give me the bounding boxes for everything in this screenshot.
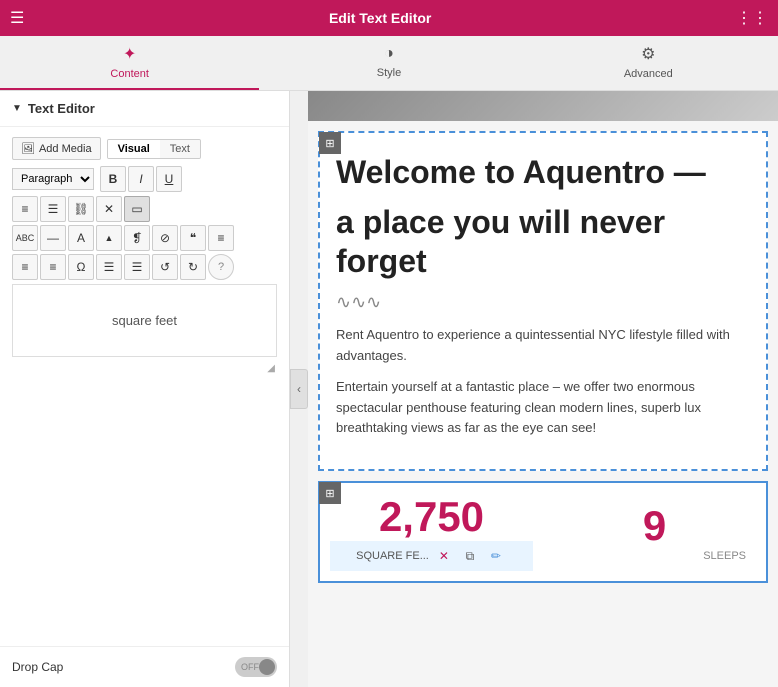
toolbar-row2: Paragraph Heading 1 Heading 2 Heading 3 … xyxy=(12,166,277,192)
underline-button[interactable]: U xyxy=(156,166,182,192)
tab-content[interactable]: ✦ Content xyxy=(0,36,259,90)
undo-button[interactable]: ↺ xyxy=(152,254,178,280)
section-arrow-icon: ▼ xyxy=(12,103,22,114)
stat-sleeps-number: 9 xyxy=(553,502,756,550)
toolbar-rows: ≡ ☰ ⛓ ✕ ▭ ABC — A ▲ ❡ ⊘ ❝ ≡ ≡ xyxy=(12,196,277,280)
section-header[interactable]: ▼ Text Editor xyxy=(0,91,289,127)
toolbar-row5: ≡ ≡ Ω ☰ ☰ ↺ ↻ ? xyxy=(12,254,277,280)
stats-handle[interactable]: ⊞ xyxy=(319,482,341,504)
text-color-button[interactable]: A xyxy=(68,225,94,251)
add-media-label: Add Media xyxy=(39,143,92,155)
clear-format-button[interactable]: ⊘ xyxy=(152,225,178,251)
align-ol-button[interactable]: ☰ xyxy=(40,196,66,222)
stat-sqft-label: SQUARE FE... xyxy=(356,550,429,562)
style-icon: ◑ xyxy=(384,45,394,63)
drop-cap-row: Drop Cap OFF xyxy=(0,646,289,687)
bold-button[interactable]: B xyxy=(100,166,126,192)
editor-content-area[interactable]: square feet xyxy=(12,284,277,357)
view-tab-text[interactable]: Text xyxy=(160,140,200,158)
color-arrow-button[interactable]: ▲ xyxy=(96,225,122,251)
outdent-button[interactable]: ☰ xyxy=(124,254,150,280)
stat-sleeps-item: 9 SLEEPS xyxy=(543,492,766,572)
format-select[interactable]: Paragraph Heading 1 Heading 2 Heading 3 xyxy=(12,168,94,190)
view-tab-visual[interactable]: Visual xyxy=(108,140,160,158)
tab-advanced[interactable]: ⚙ Advanced xyxy=(519,36,778,90)
collapse-button[interactable]: ‹ xyxy=(290,369,308,409)
add-media-button[interactable]: 🖼 Add Media xyxy=(12,137,101,160)
body-text1: Rent Aquentro to experience a quintessen… xyxy=(336,325,750,367)
main-layout: ▼ Text Editor 🖼 Add Media Visual Text Pa… xyxy=(0,91,778,687)
drop-cap-toggle[interactable]: OFF xyxy=(235,657,277,677)
right-panel: ⊞ Welcome to Aquentro — a place you will… xyxy=(308,91,778,687)
sleeps-label: SLEEPS xyxy=(553,550,756,562)
drop-cap-label: Drop Cap xyxy=(12,660,63,674)
toolbar-row3: ≡ ☰ ⛓ ✕ ▭ xyxy=(12,196,277,222)
align-left-button[interactable]: ≡ xyxy=(12,196,38,222)
hr-button[interactable]: — xyxy=(40,225,66,251)
indent-button[interactable]: ☰ xyxy=(96,254,122,280)
paste-button[interactable]: ❡ xyxy=(124,225,150,251)
welcome-widget-block: ⊞ Welcome to Aquentro — a place you will… xyxy=(318,131,768,471)
stat-edit-button[interactable]: ✏ xyxy=(485,545,507,567)
top-bar-title: Edit Text Editor xyxy=(329,10,431,26)
unlink-button[interactable]: ✕ xyxy=(96,196,122,222)
content-icon: ✦ xyxy=(123,44,136,64)
fullscreen-button[interactable]: ▭ xyxy=(124,196,150,222)
editor-text: square feet xyxy=(21,293,268,348)
special-char-button[interactable]: Ω xyxy=(68,254,94,280)
tab-style-label: Style xyxy=(377,67,401,79)
tabs-bar: ✦ Content ◑ Style ⚙ Advanced xyxy=(0,36,778,91)
canvas-main: ⊞ Welcome to Aquentro — a place you will… xyxy=(308,121,778,593)
tab-style[interactable]: ◑ Style xyxy=(259,36,518,90)
redo-button[interactable]: ↻ xyxy=(180,254,206,280)
welcome-heading2: a place you will never forget xyxy=(336,203,750,280)
stat-copy-button[interactable]: ⧉ xyxy=(459,545,481,567)
toggle-knob xyxy=(259,659,275,675)
strikethrough-button[interactable]: ABC xyxy=(12,225,38,251)
resize-handle[interactable]: ◢ xyxy=(12,363,277,374)
add-media-icon: 🖼 xyxy=(21,142,35,155)
stat-sqft-label-row: SQUARE FE... ✕ ⧉ ✏ xyxy=(330,541,533,571)
blockquote-button[interactable]: ❝ xyxy=(180,225,206,251)
section-header-label: Text Editor xyxy=(28,101,95,116)
link-button[interactable]: ⛓ xyxy=(68,196,94,222)
top-bar: ☰ Edit Text Editor ⋮⋮ xyxy=(0,0,778,36)
welcome-heading: Welcome to Aquentro — xyxy=(336,153,750,191)
italic-button[interactable]: I xyxy=(128,166,154,192)
toolbar-row4: ABC — A ▲ ❡ ⊘ ❝ ≡ xyxy=(12,225,277,251)
toggle-label: OFF xyxy=(241,662,259,672)
toolbar-row1: 🖼 Add Media Visual Text xyxy=(12,137,277,160)
view-tabs: Visual Text xyxy=(107,139,201,159)
stat-sqft-number: 2,750 xyxy=(330,493,533,541)
body-text2: Entertain yourself at a fantastic place … xyxy=(336,377,750,439)
tab-content-label: Content xyxy=(110,68,149,80)
canvas-top-image xyxy=(308,91,778,121)
align-left2-button[interactable]: ≡ xyxy=(12,254,38,280)
hamburger-icon[interactable]: ☰ xyxy=(10,8,24,28)
wave-line: ∿∿∿ xyxy=(336,292,750,313)
stats-row: 2,750 SQUARE FE... ✕ ⧉ ✏ 9 SLEEPS xyxy=(320,483,766,581)
stat-sqft-item: 2,750 SQUARE FE... ✕ ⧉ ✏ xyxy=(320,483,543,581)
align-right2-button[interactable]: ≡ xyxy=(40,254,66,280)
tab-advanced-label: Advanced xyxy=(624,68,673,80)
stats-block: ⊞ 2,750 SQUARE FE... ✕ ⧉ ✏ 9 SLEEPS xyxy=(318,481,768,583)
editor-area: 🖼 Add Media Visual Text Paragraph Headin… xyxy=(0,127,289,646)
justify-button[interactable]: ≡ xyxy=(208,225,234,251)
widget-handle[interactable]: ⊞ xyxy=(319,132,341,154)
left-panel: ▼ Text Editor 🖼 Add Media Visual Text Pa… xyxy=(0,91,290,687)
advanced-icon: ⚙ xyxy=(641,44,655,64)
stat-close-button[interactable]: ✕ xyxy=(433,545,455,567)
grid-icon[interactable]: ⋮⋮ xyxy=(736,8,768,28)
help-button[interactable]: ? xyxy=(208,254,234,280)
